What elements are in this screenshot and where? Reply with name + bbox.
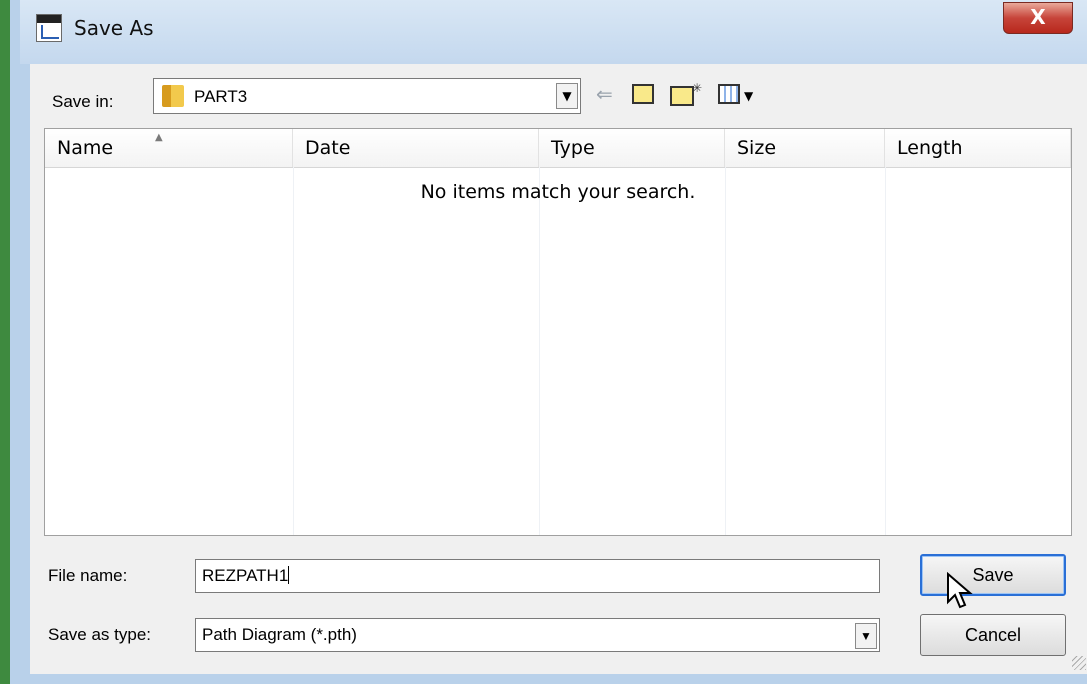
folder-icon bbox=[162, 85, 184, 107]
mouse-pointer-icon bbox=[947, 572, 973, 609]
column-header-name[interactable]: Name ▲ bbox=[45, 129, 293, 167]
save-button[interactable]: Save bbox=[920, 554, 1066, 596]
column-header-size[interactable]: Size bbox=[725, 129, 885, 167]
save-as-type-label: Save as type: bbox=[48, 625, 152, 644]
file-name-input[interactable]: REZPATH1 bbox=[195, 559, 880, 593]
column-divider bbox=[539, 167, 540, 535]
cancel-button[interactable]: Cancel bbox=[920, 614, 1066, 656]
column-header-type[interactable]: Type bbox=[539, 129, 725, 167]
file-list[interactable]: Name ▲ Date Type Size Length No items ma… bbox=[44, 128, 1072, 536]
column-divider bbox=[725, 167, 726, 535]
up-folder-icon[interactable] bbox=[632, 84, 654, 104]
list-header: Name ▲ Date Type Size Length bbox=[45, 129, 1071, 168]
save-in-label: Save in: bbox=[52, 92, 114, 111]
close-button[interactable]: X bbox=[1003, 2, 1073, 34]
column-header-date[interactable]: Date bbox=[293, 129, 539, 167]
column-header-length[interactable]: Length bbox=[885, 129, 1071, 167]
file-name-label: File name: bbox=[48, 566, 128, 585]
column-divider bbox=[293, 167, 294, 535]
column-divider bbox=[885, 167, 886, 535]
sort-ascending-icon: ▲ bbox=[155, 132, 163, 143]
save-in-dropdown[interactable]: PART3 ▼ bbox=[153, 78, 581, 114]
new-folder-icon[interactable] bbox=[670, 76, 702, 106]
save-in-value: PART3 bbox=[194, 87, 248, 106]
save-as-type-dropdown[interactable]: Path Diagram (*.pth) ▼ bbox=[195, 618, 880, 652]
title-bar[interactable]: Save As X bbox=[20, 0, 1087, 64]
back-arrow-icon[interactable]: ⇐ bbox=[596, 82, 613, 106]
views-caret-icon[interactable]: ▼ bbox=[744, 84, 753, 108]
app-icon bbox=[36, 14, 62, 42]
empty-list-message: No items match your search. bbox=[420, 181, 696, 203]
views-menu-icon[interactable] bbox=[718, 84, 740, 104]
resize-grip-icon[interactable] bbox=[1072, 656, 1086, 670]
save-as-dialog: Save As X Save in: PART3 ▼ ⇐ ▼ Name ▲ Da… bbox=[0, 0, 1087, 684]
text-caret bbox=[288, 566, 290, 584]
window-title: Save As bbox=[74, 16, 154, 40]
chevron-down-icon[interactable]: ▼ bbox=[855, 623, 877, 649]
dialog-body: Save in: PART3 ▼ ⇐ ▼ Name ▲ Date Type Si… bbox=[30, 64, 1087, 674]
chevron-down-icon[interactable]: ▼ bbox=[556, 83, 578, 109]
